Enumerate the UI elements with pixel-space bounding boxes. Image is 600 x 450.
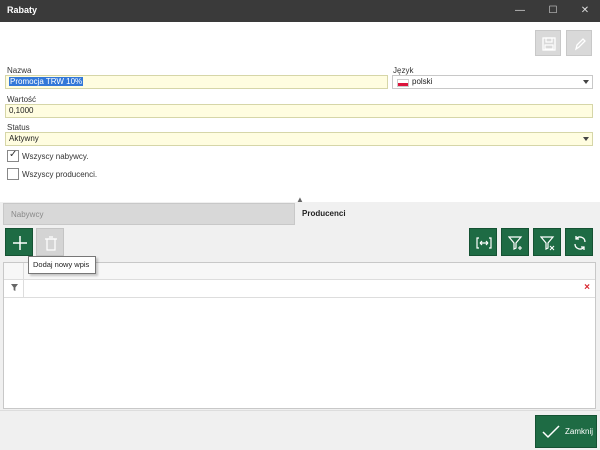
wszyscy-producenci-label: Wszyscy producenci. — [22, 170, 98, 179]
nazwa-label: Nazwa — [7, 66, 32, 75]
wszyscy-producenci-checkbox[interactable] — [7, 168, 19, 180]
refresh-icon — [574, 236, 586, 250]
grid-row-header — [4, 263, 24, 280]
filter-clear-icon — [540, 236, 555, 251]
delete-button[interactable] — [36, 228, 64, 256]
data-grid[interactable]: × — [3, 262, 596, 409]
window-content: Nazwa Promocja TRW 10% Język polski Wart… — [0, 22, 600, 450]
close-window-button[interactable]: ✕ — [570, 0, 600, 22]
grid-filter-row-header — [4, 280, 24, 297]
jezyk-value: polski — [412, 77, 433, 86]
fit-columns-button[interactable] — [469, 228, 497, 256]
chevron-down-icon — [583, 80, 589, 84]
tab-nabywcy[interactable]: Nabywcy — [3, 203, 295, 225]
minimize-button[interactable]: — — [505, 0, 535, 22]
wszyscy-nabywcy-label: Wszyscy nabywcy. — [22, 152, 89, 161]
nazwa-value: Promocja TRW 10% — [9, 77, 84, 86]
jezyk-select[interactable]: polski — [392, 75, 593, 89]
plus-icon — [13, 236, 27, 250]
footer-bar — [0, 410, 600, 450]
add-button[interactable] — [5, 228, 33, 256]
trash-icon — [45, 236, 57, 251]
wartosc-input[interactable]: 0,1000 — [5, 104, 593, 118]
wartosc-label: Wartość — [7, 95, 37, 104]
status-select[interactable]: Aktywny — [5, 132, 593, 146]
filter-add-icon — [508, 236, 523, 250]
grid-filter-row[interactable]: × — [4, 280, 595, 298]
filter-icon — [11, 284, 18, 291]
filter-clear-button[interactable] — [533, 228, 561, 256]
add-tooltip: Dodaj nowy wpis — [28, 256, 96, 274]
status-label: Status — [7, 123, 30, 132]
window-title: Rabaty — [7, 5, 38, 15]
status-value: Aktywny — [9, 134, 39, 143]
jezyk-label: Język — [393, 66, 414, 75]
poland-flag-icon — [397, 79, 409, 87]
maximize-button[interactable]: ☐ — [538, 0, 568, 22]
clear-filter-icon[interactable]: × — [584, 282, 590, 293]
edit-icon — [574, 38, 586, 51]
save-button[interactable] — [535, 30, 561, 56]
edit-button[interactable] — [566, 30, 592, 56]
tab-strip: Nabywcy Producenci — [0, 203, 600, 225]
tab-producenci[interactable]: Producenci — [295, 203, 600, 225]
wartosc-value: 0,1000 — [9, 106, 34, 115]
close-button-label: Zamknij — [565, 427, 594, 436]
filter-add-button[interactable] — [501, 228, 529, 256]
checkmark-icon — [542, 425, 560, 439]
save-icon — [542, 37, 556, 51]
form-panel: Nazwa Promocja TRW 10% Język polski Wart… — [0, 22, 600, 202]
refresh-button[interactable] — [565, 228, 593, 256]
fit-columns-icon — [476, 237, 492, 249]
nazwa-input[interactable]: Promocja TRW 10% — [5, 75, 388, 89]
chevron-down-icon — [583, 137, 589, 141]
close-button[interactable]: Zamknij — [535, 415, 597, 448]
title-bar: Rabaty — ☐ ✕ — [0, 0, 600, 22]
wszyscy-nabywcy-checkbox[interactable] — [7, 149, 19, 162]
